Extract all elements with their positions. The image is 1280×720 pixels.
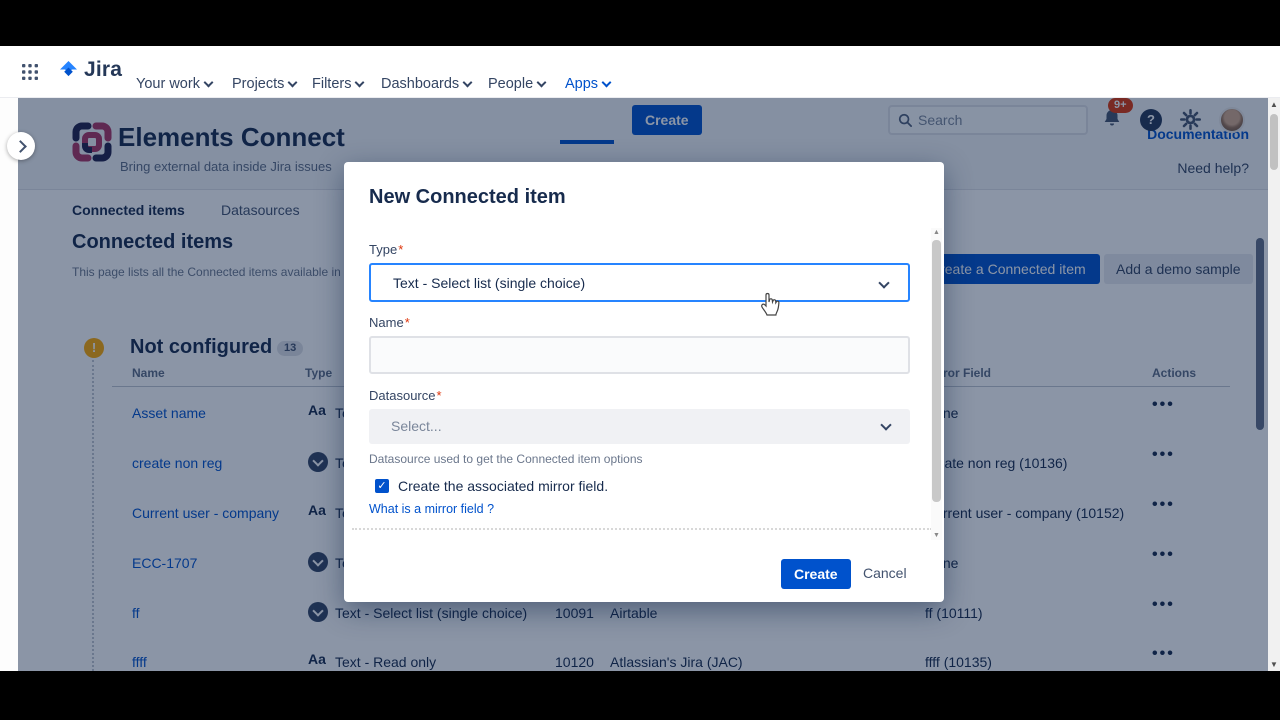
dialog-scrollbar[interactable]: ▲ ▼ (931, 228, 942, 540)
nav-filters[interactable]: Filters (312, 76, 363, 92)
name-input[interactable] (369, 336, 910, 374)
name-field-label: Name* (369, 315, 410, 330)
nav-projects[interactable]: Projects (232, 76, 296, 92)
dialog-title: New Connected item (369, 186, 566, 209)
letterbox-bottom (0, 671, 1280, 720)
type-field-label: Type* (369, 242, 403, 257)
chevron-down-icon (355, 78, 365, 88)
datasource-label-text: Datasource (369, 388, 435, 403)
jira-logo[interactable]: Jira (56, 58, 122, 82)
type-label-text: Type (369, 242, 397, 257)
chevron-down-icon (463, 78, 473, 88)
nav-apps[interactable]: Apps (565, 76, 610, 92)
dialog-scrollbar-thumb[interactable] (932, 240, 941, 502)
window-scrollbar[interactable]: ▲ ▼ (1268, 98, 1280, 671)
nav-apps-label: Apps (565, 76, 598, 92)
chevron-down-icon (602, 78, 612, 88)
chevron-down-icon (204, 78, 214, 88)
mirror-checkbox-label: Create the associated mirror field. (398, 478, 608, 494)
dialog-create-button[interactable]: Create (781, 559, 851, 589)
required-asterisk: * (405, 315, 410, 330)
type-select[interactable]: Text - Select list (single choice) (369, 263, 910, 302)
chevron-down-icon (288, 78, 298, 88)
nav-dashboards[interactable]: Dashboards (381, 76, 471, 92)
datasource-select[interactable]: Select... (369, 409, 910, 444)
window-scrollbar-thumb[interactable] (1270, 114, 1278, 170)
collapsed-sidebar-rail (0, 98, 18, 671)
nav-people[interactable]: People (488, 76, 545, 92)
scroll-up-icon[interactable]: ▲ (1268, 100, 1280, 109)
sidebar-expand-button[interactable] (7, 132, 35, 160)
mirror-field-help-link[interactable]: What is a mirror field ? (369, 502, 494, 516)
letterbox-top (0, 0, 1280, 46)
scroll-area-divider (352, 528, 932, 530)
chevron-down-icon (537, 78, 547, 88)
scroll-up-icon[interactable]: ▲ (931, 229, 942, 236)
screen: Jira Your work Projects Filters Dashboar… (0, 0, 1280, 720)
jira-brand-text: Jira (84, 58, 122, 82)
chevron-down-icon (878, 277, 889, 288)
nav-your-work-label: Your work (136, 76, 200, 92)
app-switcher-icon[interactable] (22, 64, 38, 85)
new-connected-item-dialog: New Connected item Type* Text - Select l… (344, 162, 944, 602)
nav-people-label: People (488, 76, 533, 92)
jira-mark-icon (56, 58, 80, 82)
required-asterisk: * (436, 388, 441, 403)
datasource-field-label: Datasource* (369, 388, 442, 403)
top-navbar: Jira Your work Projects Filters Dashboar… (0, 46, 1280, 98)
scroll-down-icon[interactable]: ▼ (1268, 660, 1280, 669)
nav-dashboards-label: Dashboards (381, 76, 459, 92)
nav-filters-label: Filters (312, 76, 351, 92)
nav-your-work[interactable]: Your work (136, 76, 212, 92)
required-asterisk: * (398, 242, 403, 257)
datasource-select-value: Select... (391, 418, 442, 434)
datasource-help-text: Datasource used to get the Connected ite… (369, 452, 643, 466)
scroll-down-icon[interactable]: ▼ (931, 532, 942, 539)
nav-projects-label: Projects (232, 76, 284, 92)
name-label-text: Name (369, 315, 404, 330)
chevron-down-icon (880, 419, 891, 430)
mirror-field-checkbox[interactable]: ✓ (375, 479, 389, 493)
type-select-value: Text - Select list (single choice) (393, 275, 585, 291)
dialog-cancel-button[interactable]: Cancel (863, 565, 907, 581)
mouse-cursor-icon (760, 290, 782, 321)
